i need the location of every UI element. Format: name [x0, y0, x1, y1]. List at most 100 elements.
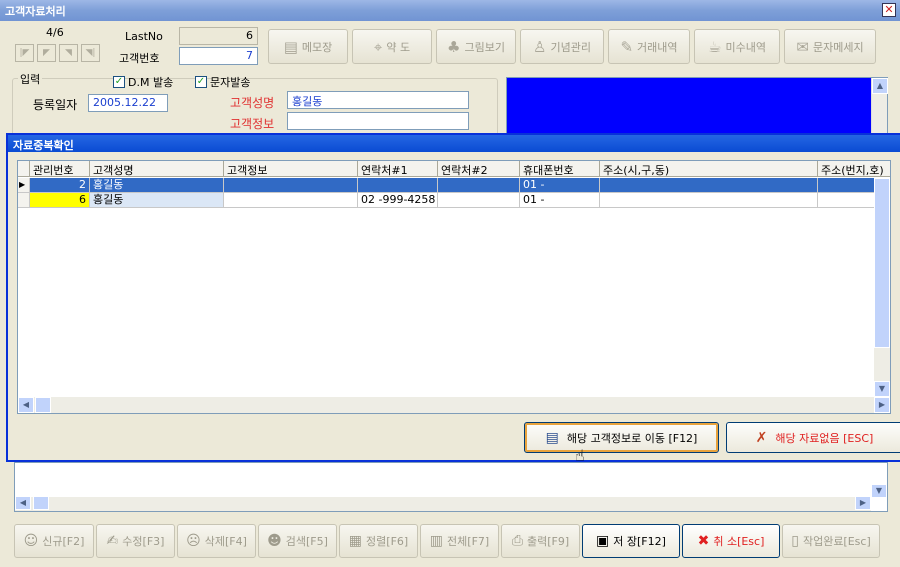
bottom-button-label: 전체[F7]	[447, 535, 490, 548]
column-header[interactable]: 주소(시,구,동)	[600, 161, 818, 177]
no-data-icon: ✗	[755, 429, 768, 446]
duplicate-dialog: 자료중복확인 관리번호 고객성명 고객정보 연락처#1 연락처#2 휴대폰번호 주소(시,구…	[6, 133, 900, 465]
row-indicator-icon: ▶	[18, 178, 30, 193]
column-header[interactable]: 주소(번지,호)	[818, 161, 890, 177]
toolbar-label: 메모장	[301, 40, 333, 54]
bottom-button-label: 정렬[F6]	[366, 535, 409, 548]
top-toolbar: ▤ 메모장 ⌖ 약 도 ♣ 그림보기 ♙ 기념관리 ✎ 거래내역 ☕ 미수내역 ✉ 문자메세지	[268, 29, 876, 64]
last-record-button[interactable]: ◥|	[81, 44, 100, 62]
grid-cell[interactable]: 01 -	[520, 193, 600, 208]
close-icon[interactable]: ✕	[882, 3, 896, 17]
done-button[interactable]: ▯ 작업완료[Esc]	[782, 524, 880, 558]
scroll-thumb[interactable]	[33, 496, 49, 510]
bottom-button-label: 수정[F3]	[122, 535, 165, 548]
column-header[interactable]: 연락처#2	[438, 161, 520, 177]
grid-cell[interactable]	[438, 193, 520, 208]
toolbar-label: 문자메세지	[812, 40, 864, 54]
print-icon: ⎙	[511, 533, 524, 549]
scroll-left-icon[interactable]: ◀	[18, 397, 34, 413]
column-header[interactable]: 관리번호	[30, 161, 90, 177]
prev-record-button[interactable]: ◤	[37, 44, 56, 62]
memo-icon: ▤	[283, 37, 298, 56]
scroll-up-icon[interactable]: ▲	[872, 78, 888, 94]
toolbar-label: 기념관리	[550, 40, 591, 54]
sms-checkbox[interactable]: ✓ 문자발송	[195, 74, 250, 90]
unpaid-icon: ☕	[708, 37, 722, 56]
info-label: 고객정보	[230, 117, 275, 131]
column-header[interactable]: 휴대폰번호	[520, 161, 600, 177]
toolbar-label: 거래내역	[637, 40, 678, 54]
grid-cell[interactable]	[224, 193, 358, 208]
column-header[interactable]: 연락처#1	[358, 161, 438, 177]
print-button[interactable]: ⎙ 출력[F9]	[501, 524, 580, 558]
grid-cell[interactable]	[600, 193, 818, 208]
door-icon: ▯	[791, 533, 799, 549]
customer-no-label: 고객번호	[119, 52, 160, 65]
memo-hscroll[interactable]: ◀ ▶	[15, 496, 871, 511]
column-header[interactable]: 고객정보	[224, 161, 358, 177]
scroll-left-icon[interactable]: ◀	[15, 496, 31, 510]
preview-panel	[506, 77, 888, 135]
first-record-button[interactable]: |◤	[15, 44, 34, 62]
scroll-down-icon[interactable]: ▼	[874, 381, 890, 397]
delete-user-icon: ☹	[186, 533, 201, 549]
sms-button[interactable]: ✉ 문자메세지	[784, 29, 876, 64]
record-nav: |◤ ◤ ◥ ◥|	[15, 44, 100, 62]
scroll-thumb[interactable]	[874, 178, 890, 348]
scroll-right-icon[interactable]: ▶	[855, 496, 871, 510]
grid-hscroll[interactable]: ◀	[18, 397, 874, 413]
edit-button[interactable]: ✍ 수정[F3]	[96, 524, 175, 558]
info-field[interactable]	[287, 112, 469, 130]
cancel-button[interactable]: ✖ 취 소[Esc]	[682, 524, 780, 558]
new-user-icon: ☺	[23, 533, 39, 549]
grid-corner	[18, 161, 30, 177]
anniversary-button[interactable]: ♙ 기념관리	[520, 29, 604, 64]
sort-button[interactable]: ▦ 정렬[F6]	[339, 524, 418, 558]
new-button[interactable]: ☺ 신규[F2]	[14, 524, 94, 558]
no-data-button[interactable]: ✗ 해당 자료없음 [ESC]	[726, 422, 900, 453]
bottom-toolbar: ☺ 신규[F2] ✍ 수정[F3] ☹ 삭제[F4] ☻ 검색[F5] ▦ 정렬[F6] ▥ 전체[F…	[14, 524, 880, 558]
grid-cell[interactable]	[358, 178, 438, 193]
column-header[interactable]: 고객성명	[90, 161, 224, 177]
grid-vscroll[interactable]: ▼	[874, 178, 890, 397]
grid-cell[interactable]: 02 -999-4258	[358, 193, 438, 208]
grid-cell[interactable]	[438, 178, 520, 193]
scroll-right-icon[interactable]: ▶	[874, 397, 890, 413]
bottom-button-label: 출력[F9]	[527, 535, 570, 548]
row-indicator-icon	[18, 193, 30, 208]
picture-button[interactable]: ♣ 그림보기	[436, 29, 516, 64]
map-button[interactable]: ⌖ 약 도	[352, 29, 432, 64]
grid-cell[interactable]	[600, 178, 818, 193]
preview-scrollbar[interactable]: ▲	[871, 78, 888, 134]
memo-button[interactable]: ▤ 메모장	[268, 29, 348, 64]
duplicate-grid[interactable]: 관리번호 고객성명 고객정보 연락처#1 연락처#2 휴대폰번호 주소(시,구,동) 주소(번…	[17, 160, 891, 414]
all-button[interactable]: ▥ 전체[F7]	[420, 524, 499, 558]
grid-cell[interactable]: 홍길동	[90, 193, 224, 208]
grid-cell[interactable]	[224, 178, 358, 193]
bottom-button-label: 취 소[Esc]	[713, 535, 765, 548]
dm-checkbox[interactable]: ✓ D.M 발송	[113, 74, 173, 90]
reg-date-field[interactable]: 2005.12.22	[88, 94, 168, 112]
customer-no-field[interactable]: 7	[179, 47, 258, 65]
checkbox-icon: ✓	[113, 76, 125, 88]
grid-cell[interactable]: 6	[30, 193, 90, 208]
transactions-button[interactable]: ✎ 거래내역	[608, 29, 690, 64]
bottom-button-label: 작업완료[Esc]	[802, 535, 871, 548]
scroll-down-icon[interactable]: ▼	[871, 484, 887, 498]
grid-cell[interactable]: 홍길동	[90, 178, 224, 193]
scroll-thumb[interactable]	[35, 397, 51, 413]
goto-customer-button[interactable]: ▤ 해당 고객정보로 이동 [F12]	[524, 422, 719, 453]
grid-cell[interactable]: 01 -	[520, 178, 600, 193]
unpaid-button[interactable]: ☕ 미수내역	[694, 29, 780, 64]
next-record-button[interactable]: ◥	[59, 44, 78, 62]
delete-button[interactable]: ☹ 삭제[F4]	[177, 524, 256, 558]
save-icon: ▣	[596, 533, 610, 549]
edit-icon: ✍	[106, 533, 119, 549]
name-label: 고객성명	[230, 96, 275, 110]
save-button[interactable]: ▣ 저 장[F12]	[582, 524, 680, 558]
grid-cell[interactable]: 2	[30, 178, 90, 193]
window-title: 고객자료처리	[5, 5, 66, 18]
sms-icon: ✉	[796, 37, 809, 56]
search-button[interactable]: ☻ 검색[F5]	[258, 524, 337, 558]
name-field[interactable]: 홍길동	[287, 91, 469, 109]
